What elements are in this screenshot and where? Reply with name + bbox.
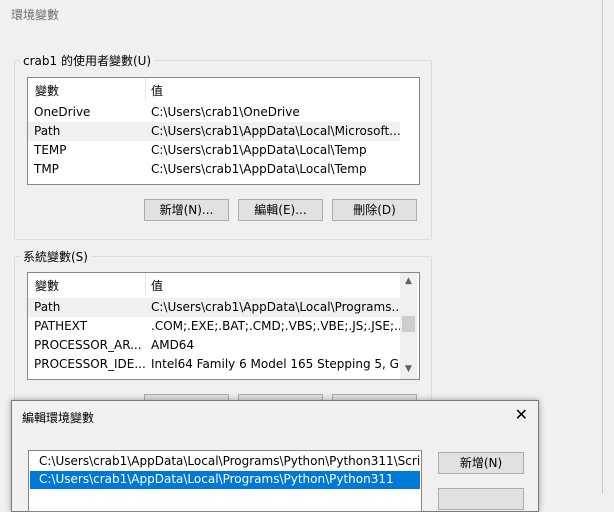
user-vars-legend: crab1 的使用者變數(U) <box>20 52 155 69</box>
var-name: TMP <box>34 162 59 176</box>
var-value: C:\Users\crab1\AppData\Local\Temp <box>151 143 367 157</box>
var-name: PROCESSOR_AR... <box>34 338 142 352</box>
user-vars-list[interactable]: 變數 值 OneDrive C:\Users\crab1\OneDrive Pa… <box>27 77 420 185</box>
var-name: PROCESSOR_IDE... <box>34 357 146 371</box>
vertical-scrollbar[interactable]: ▲ ▼ <box>400 273 417 379</box>
dialog-new-button[interactable]: 新增(N) <box>438 452 524 474</box>
dialog-title: 編輯環境變數 <box>22 411 95 425</box>
dialog-second-button[interactable] <box>438 488 524 510</box>
list-item[interactable]: TMP C:\Users\crab1\AppData\Local\Temp <box>28 160 400 179</box>
list-item[interactable]: PATHEXT .COM;.EXE;.BAT;.CMD;.VBS;.VBE;.J… <box>28 317 405 336</box>
user-delete-button[interactable]: 刪除(D) <box>332 199 417 221</box>
list-item-selected[interactable]: C:\Users\crab1\AppData\Local\Programs\Py… <box>30 471 420 489</box>
list-item[interactable]: PROCESSOR_IDE... Intel64 Family 6 Model … <box>28 355 410 374</box>
col-header-name[interactable]: 變數 <box>35 277 59 294</box>
edit-env-dialog: 編輯環境變數 ✕ C:\Users\crab1\AppData\Local\Pr… <box>11 400 539 512</box>
var-name: OneDrive <box>34 105 91 119</box>
user-new-button[interactable]: 新增(N)... <box>144 199 229 221</box>
var-name: Path <box>34 300 61 314</box>
list-item-selected[interactable]: Path C:\Users\crab1\AppData\Local\Micros… <box>28 122 401 141</box>
list-item-selected[interactable]: Path C:\Users\crab1\AppData\Local\Progra… <box>28 298 403 317</box>
var-value: C:\Users\crab1\OneDrive <box>151 105 300 119</box>
path-entries-list[interactable]: C:\Users\crab1\AppData\Local\Programs\Py… <box>28 450 422 512</box>
path-entry: C:\Users\crab1\AppData\Local\Programs\Py… <box>39 454 420 468</box>
col-header-name[interactable]: 變數 <box>35 82 59 99</box>
up-arrow-icon[interactable]: ▲ <box>400 273 417 290</box>
var-name: Path <box>34 124 61 138</box>
list-item[interactable]: PROCESSOR_AR... AMD64 <box>28 336 400 355</box>
system-vars-legend: 系統變數(S) <box>20 248 91 265</box>
user-vars-header: 變數 值 <box>28 78 419 100</box>
var-value: Intel64 Family 6 Model 165 Stepping 5, G… <box>151 357 411 371</box>
path-entry: C:\Users\crab1\AppData\Local\Programs\Py… <box>39 472 394 486</box>
window-title: 環境變數 <box>11 8 60 22</box>
var-value: C:\Users\crab1\AppData\Local\Microsoft..… <box>151 124 401 138</box>
var-name: PATHEXT <box>34 319 88 333</box>
col-header-value[interactable]: 值 <box>151 82 163 99</box>
var-value: C:\Users\crab1\AppData\Local\Programs... <box>151 300 403 314</box>
var-value: C:\Users\crab1\AppData\Local\Temp <box>151 162 367 176</box>
system-vars-list[interactable]: 變數 值 Path C:\Users\crab1\AppData\Local\P… <box>27 272 420 380</box>
scroll-thumb[interactable] <box>402 316 415 332</box>
var-value: AMD64 <box>151 338 195 352</box>
list-item[interactable]: C:\Users\crab1\AppData\Local\Programs\Py… <box>30 453 420 471</box>
down-arrow-icon[interactable]: ▼ <box>400 361 417 378</box>
user-edit-button[interactable]: 編輯(E)... <box>238 199 323 221</box>
system-vars-header: 變數 值 <box>28 273 419 295</box>
list-item[interactable]: TEMP C:\Users\crab1\AppData\Local\Temp <box>28 141 400 160</box>
col-header-value[interactable]: 值 <box>151 277 163 294</box>
var-value: .COM;.EXE;.BAT;.CMD;.VBS;.VBE;.JS;.JSE;.… <box>151 319 406 333</box>
var-name: TEMP <box>34 143 67 157</box>
close-icon[interactable]: ✕ <box>515 405 528 424</box>
list-item[interactable]: OneDrive C:\Users\crab1\OneDrive <box>28 103 400 122</box>
window-edge <box>602 0 603 494</box>
